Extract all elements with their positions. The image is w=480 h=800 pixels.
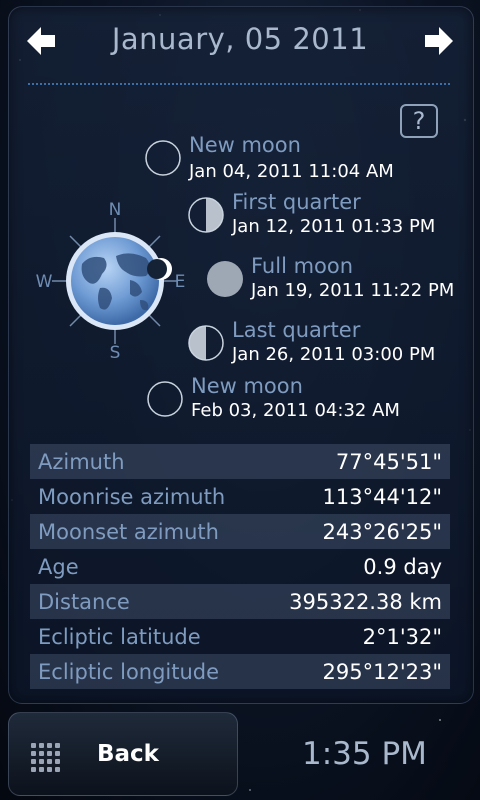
phase-name: First quarter [232, 190, 361, 214]
row-value: 395322.38 km [289, 589, 442, 614]
row-value: 243°26'25" [322, 519, 442, 544]
phase-date: Jan 12, 2011 01:33 PM [232, 216, 436, 237]
grid-menu-icon [31, 743, 60, 772]
row-value: 113°44'12" [322, 484, 442, 509]
first-quarter-moon-icon [188, 197, 224, 233]
arrow-right-icon[interactable] [422, 24, 456, 58]
phase-name: New moon [191, 374, 303, 398]
compass-globe: N S W E [36, 200, 186, 363]
row-value: 2°1'32" [362, 624, 442, 649]
row-label: Ecliptic longitude [38, 659, 220, 684]
row-label: Azimuth [38, 449, 125, 474]
table-row: Moonset azimuth 243°26'25" [30, 514, 450, 549]
clock-time: 1:35 PM [302, 736, 427, 772]
phase-name: Last quarter [232, 318, 361, 342]
row-label: Moonset azimuth [38, 519, 219, 544]
help-button[interactable]: ? [400, 104, 438, 138]
phase-name: New moon [189, 133, 301, 157]
table-row: Age 0.9 day [30, 549, 450, 584]
back-button-label: Back [97, 741, 159, 767]
phase-name: Full moon [251, 254, 354, 278]
header-divider [28, 83, 450, 85]
table-row: Distance 395322.38 km [30, 584, 450, 619]
row-value: 295°12'23" [322, 659, 442, 684]
new-moon-icon [147, 381, 183, 417]
table-row: Moonrise azimuth 113°44'12" [30, 479, 450, 514]
compass-west-label: W [36, 272, 53, 292]
compass-north-label: N [109, 200, 122, 220]
phase-date: Jan 04, 2011 11:04 AM [189, 161, 394, 182]
row-label: Ecliptic latitude [38, 624, 201, 649]
phase-date: Jan 19, 2011 11:22 PM [251, 280, 455, 301]
moon-details-table: Azimuth 77°45'51" Moonrise azimuth 113°4… [30, 444, 450, 689]
compass-south-label: S [110, 343, 121, 363]
table-row: Azimuth 77°45'51" [30, 444, 450, 479]
back-button[interactable]: Back [8, 712, 238, 796]
compass-east-label: E [175, 272, 186, 292]
new-moon-icon [145, 140, 181, 176]
full-moon-icon [207, 261, 243, 297]
table-row: Ecliptic latitude 2°1'32" [30, 619, 450, 654]
row-value: 77°45'51" [335, 449, 442, 474]
phase-date: Jan 26, 2011 03:00 PM [232, 344, 436, 365]
date-title: January, 05 2011 [111, 22, 369, 56]
row-label: Moonrise azimuth [38, 484, 226, 509]
row-value: 0.9 day [363, 554, 442, 579]
phase-date: Feb 03, 2011 04:32 AM [191, 400, 400, 421]
table-row: Ecliptic longitude 295°12'23" [30, 654, 450, 689]
row-label: Age [38, 554, 79, 579]
last-quarter-moon-icon [188, 325, 224, 361]
row-label: Distance [38, 589, 130, 614]
